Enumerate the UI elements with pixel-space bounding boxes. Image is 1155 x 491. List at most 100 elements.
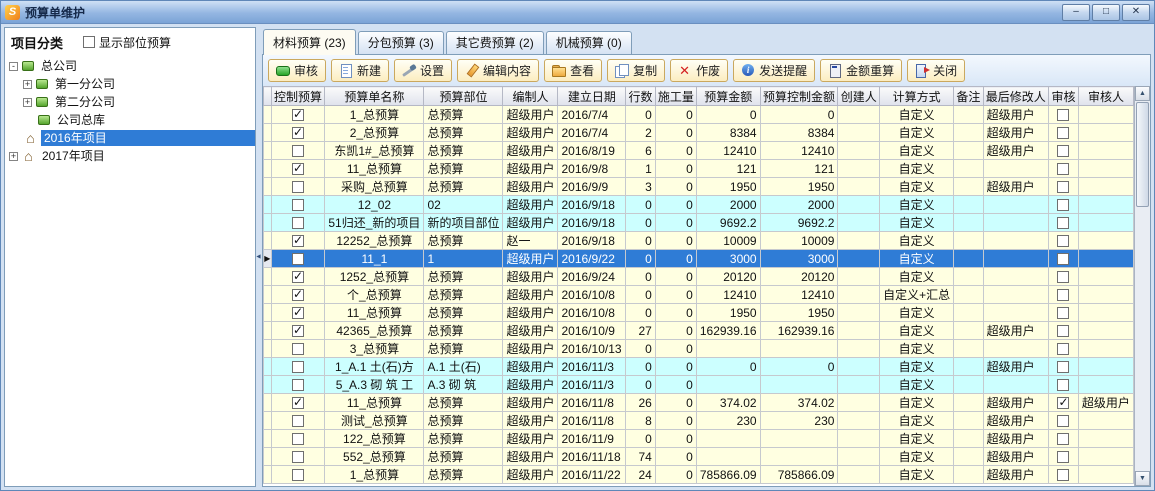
audited-checkbox[interactable] [1057,433,1069,445]
control-checkbox[interactable] [292,307,304,319]
column-header-calc[interactable]: 计算方式 [880,87,954,106]
control-checkbox[interactable] [292,451,304,463]
tree-item[interactable]: ⌂2016年项目 [5,129,255,147]
table-row[interactable]: 东凯1#_总预算总预算超级用户2016/8/19601241012410自定义超… [264,142,1134,160]
control-checkbox[interactable] [292,271,304,283]
notify-button[interactable]: 发送提醒 [733,59,815,82]
control-checkbox[interactable] [292,343,304,355]
expand-icon[interactable]: + [23,98,32,107]
panel-splitter[interactable]: ◄ [256,27,262,487]
audited-checkbox[interactable] [1057,253,1069,265]
table-row[interactable]: 5_A.3 砌 筑 工A.3 砌 筑超级用户2016/11/300自定义 [264,376,1134,394]
new-button[interactable]: 新建 [331,59,389,82]
scrollbar-track[interactable] [1135,208,1150,471]
tree-item[interactable]: -总公司 [5,57,255,75]
table-row[interactable]: 11_总预算总预算超级用户2016/9/810121121自定义 [264,160,1134,178]
column-header-control_amount[interactable]: 预算控制金额 [760,87,838,106]
table-row[interactable]: 11_总预算总预算超级用户2016/10/80019501950自定义 [264,304,1134,322]
control-checkbox[interactable] [292,325,304,337]
audited-checkbox[interactable] [1057,199,1069,211]
edit-button[interactable]: 编辑内容 [457,59,539,82]
table-row[interactable]: 11_总预算总预算超级用户2016/11/8260374.02374.02自定义… [264,394,1134,412]
column-header-lines[interactable]: 行数 [626,87,656,106]
column-header-auditor[interactable]: 审核人 [1078,87,1133,106]
audited-checkbox[interactable] [1057,307,1069,319]
audited-checkbox[interactable] [1057,397,1069,409]
view-button[interactable]: 查看 [544,59,602,82]
tree-item[interactable]: 公司总库 [5,111,255,129]
column-header-creator[interactable]: 创建人 [838,87,880,106]
control-checkbox[interactable] [292,235,304,247]
audited-checkbox[interactable] [1057,217,1069,229]
column-header-author[interactable]: 编制人 [503,87,558,106]
table-row[interactable]: 42365_总预算总预算超级用户2016/10/9270162939.16162… [264,322,1134,340]
control-checkbox[interactable] [292,415,304,427]
control-checkbox[interactable] [292,109,304,121]
audited-checkbox[interactable] [1057,469,1069,481]
expand-icon[interactable]: + [9,152,18,161]
column-header-name[interactable]: 预算单名称 [325,87,424,106]
control-checkbox[interactable] [292,433,304,445]
control-checkbox[interactable] [292,217,304,229]
audited-checkbox[interactable] [1057,271,1069,283]
control-checkbox[interactable] [292,181,304,193]
copy-button[interactable]: 复制 [607,59,665,82]
tab-1[interactable]: 分包预算 (3) [358,31,444,54]
scrollbar-thumb[interactable] [1136,102,1149,207]
close-window-button[interactable]: ✕ [1122,4,1150,21]
maximize-button[interactable]: □ [1092,4,1120,21]
audited-checkbox[interactable] [1057,325,1069,337]
tree-item[interactable]: +第一分公司 [5,75,255,93]
tab-3[interactable]: 机械预算 (0) [546,31,632,54]
control-checkbox[interactable] [292,145,304,157]
control-checkbox[interactable] [292,289,304,301]
table-row[interactable]: 12252_总预算总预算赵一2016/9/18001000910009自定义 [264,232,1134,250]
column-header-amount[interactable]: 预算金额 [696,87,760,106]
tree-item[interactable]: +⌂2017年项目 [5,147,255,165]
settings-button[interactable]: 设置 [394,59,452,82]
recalc-button[interactable]: 金额重算 [820,59,902,82]
audited-checkbox[interactable] [1057,289,1069,301]
table-row[interactable]: 1252_总预算总预算超级用户2016/9/24002012020120自定义 [264,268,1134,286]
audited-checkbox[interactable] [1057,361,1069,373]
table-row[interactable]: 1_A.1 土(石)方A.1 土(石)超级用户2016/11/30000自定义超… [264,358,1134,376]
audited-checkbox[interactable] [1057,109,1069,121]
column-header-modifier[interactable]: 最后修改人 [983,87,1048,106]
tab-2[interactable]: 其它费预算 (2) [446,31,544,54]
collapse-icon[interactable]: - [9,62,18,71]
column-header-audited[interactable]: 审核 [1049,87,1079,106]
column-header-part[interactable]: 预算部位 [424,87,503,106]
control-checkbox[interactable] [292,361,304,373]
table-row[interactable]: 12_0202超级用户2016/9/180020002000自定义 [264,196,1134,214]
exit-button[interactable]: 关闭 [907,59,965,82]
audited-checkbox[interactable] [1057,127,1069,139]
control-checkbox[interactable] [292,397,304,409]
expand-icon[interactable]: + [23,80,32,89]
control-checkbox[interactable] [292,379,304,391]
table-row[interactable]: 测试_总预算总预算超级用户2016/11/880230230自定义超级用户 [264,412,1134,430]
table-row[interactable]: 2_总预算总预算超级用户2016/7/42083848384自定义超级用户 [264,124,1134,142]
audited-checkbox[interactable] [1057,379,1069,391]
audited-checkbox[interactable] [1057,235,1069,247]
control-checkbox[interactable] [292,163,304,175]
collapse-panel-icon[interactable]: ◄ [255,254,262,261]
table-row[interactable]: 采购_总预算总预算超级用户2016/9/93019501950自定义超级用户 [264,178,1134,196]
column-header-control[interactable]: 控制预算 [271,87,325,106]
table-row[interactable]: 122_总预算总预算超级用户2016/11/900自定义超级用户 [264,430,1134,448]
minimize-button[interactable]: – [1062,4,1090,21]
scroll-up-icon[interactable]: ▲ [1135,86,1150,101]
table-row[interactable]: 51归还_新的项目新的项目部位超级用户2016/9/18009692.29692… [264,214,1134,232]
column-header-volume[interactable]: 施工量 [655,87,696,106]
control-checkbox[interactable] [292,127,304,139]
tab-0[interactable]: 材料预算 (23) [263,29,356,55]
table-row[interactable]: ▶11_11超级用户2016/9/220030003000自定义 [264,250,1134,268]
audited-checkbox[interactable] [1057,181,1069,193]
table-row[interactable]: 552_总预算总预算超级用户2016/11/18740自定义超级用户 [264,448,1134,466]
column-header-note[interactable]: 备注 [954,87,983,106]
approve-button[interactable]: 审核 [268,59,326,82]
table-row[interactable]: 3_总预算总预算超级用户2016/10/1300自定义 [264,340,1134,358]
tree-item[interactable]: +第二分公司 [5,93,255,111]
audited-checkbox[interactable] [1057,451,1069,463]
table-row[interactable]: 1_总预算总预算超级用户2016/7/40000自定义超级用户 [264,106,1134,124]
audited-checkbox[interactable] [1057,415,1069,427]
